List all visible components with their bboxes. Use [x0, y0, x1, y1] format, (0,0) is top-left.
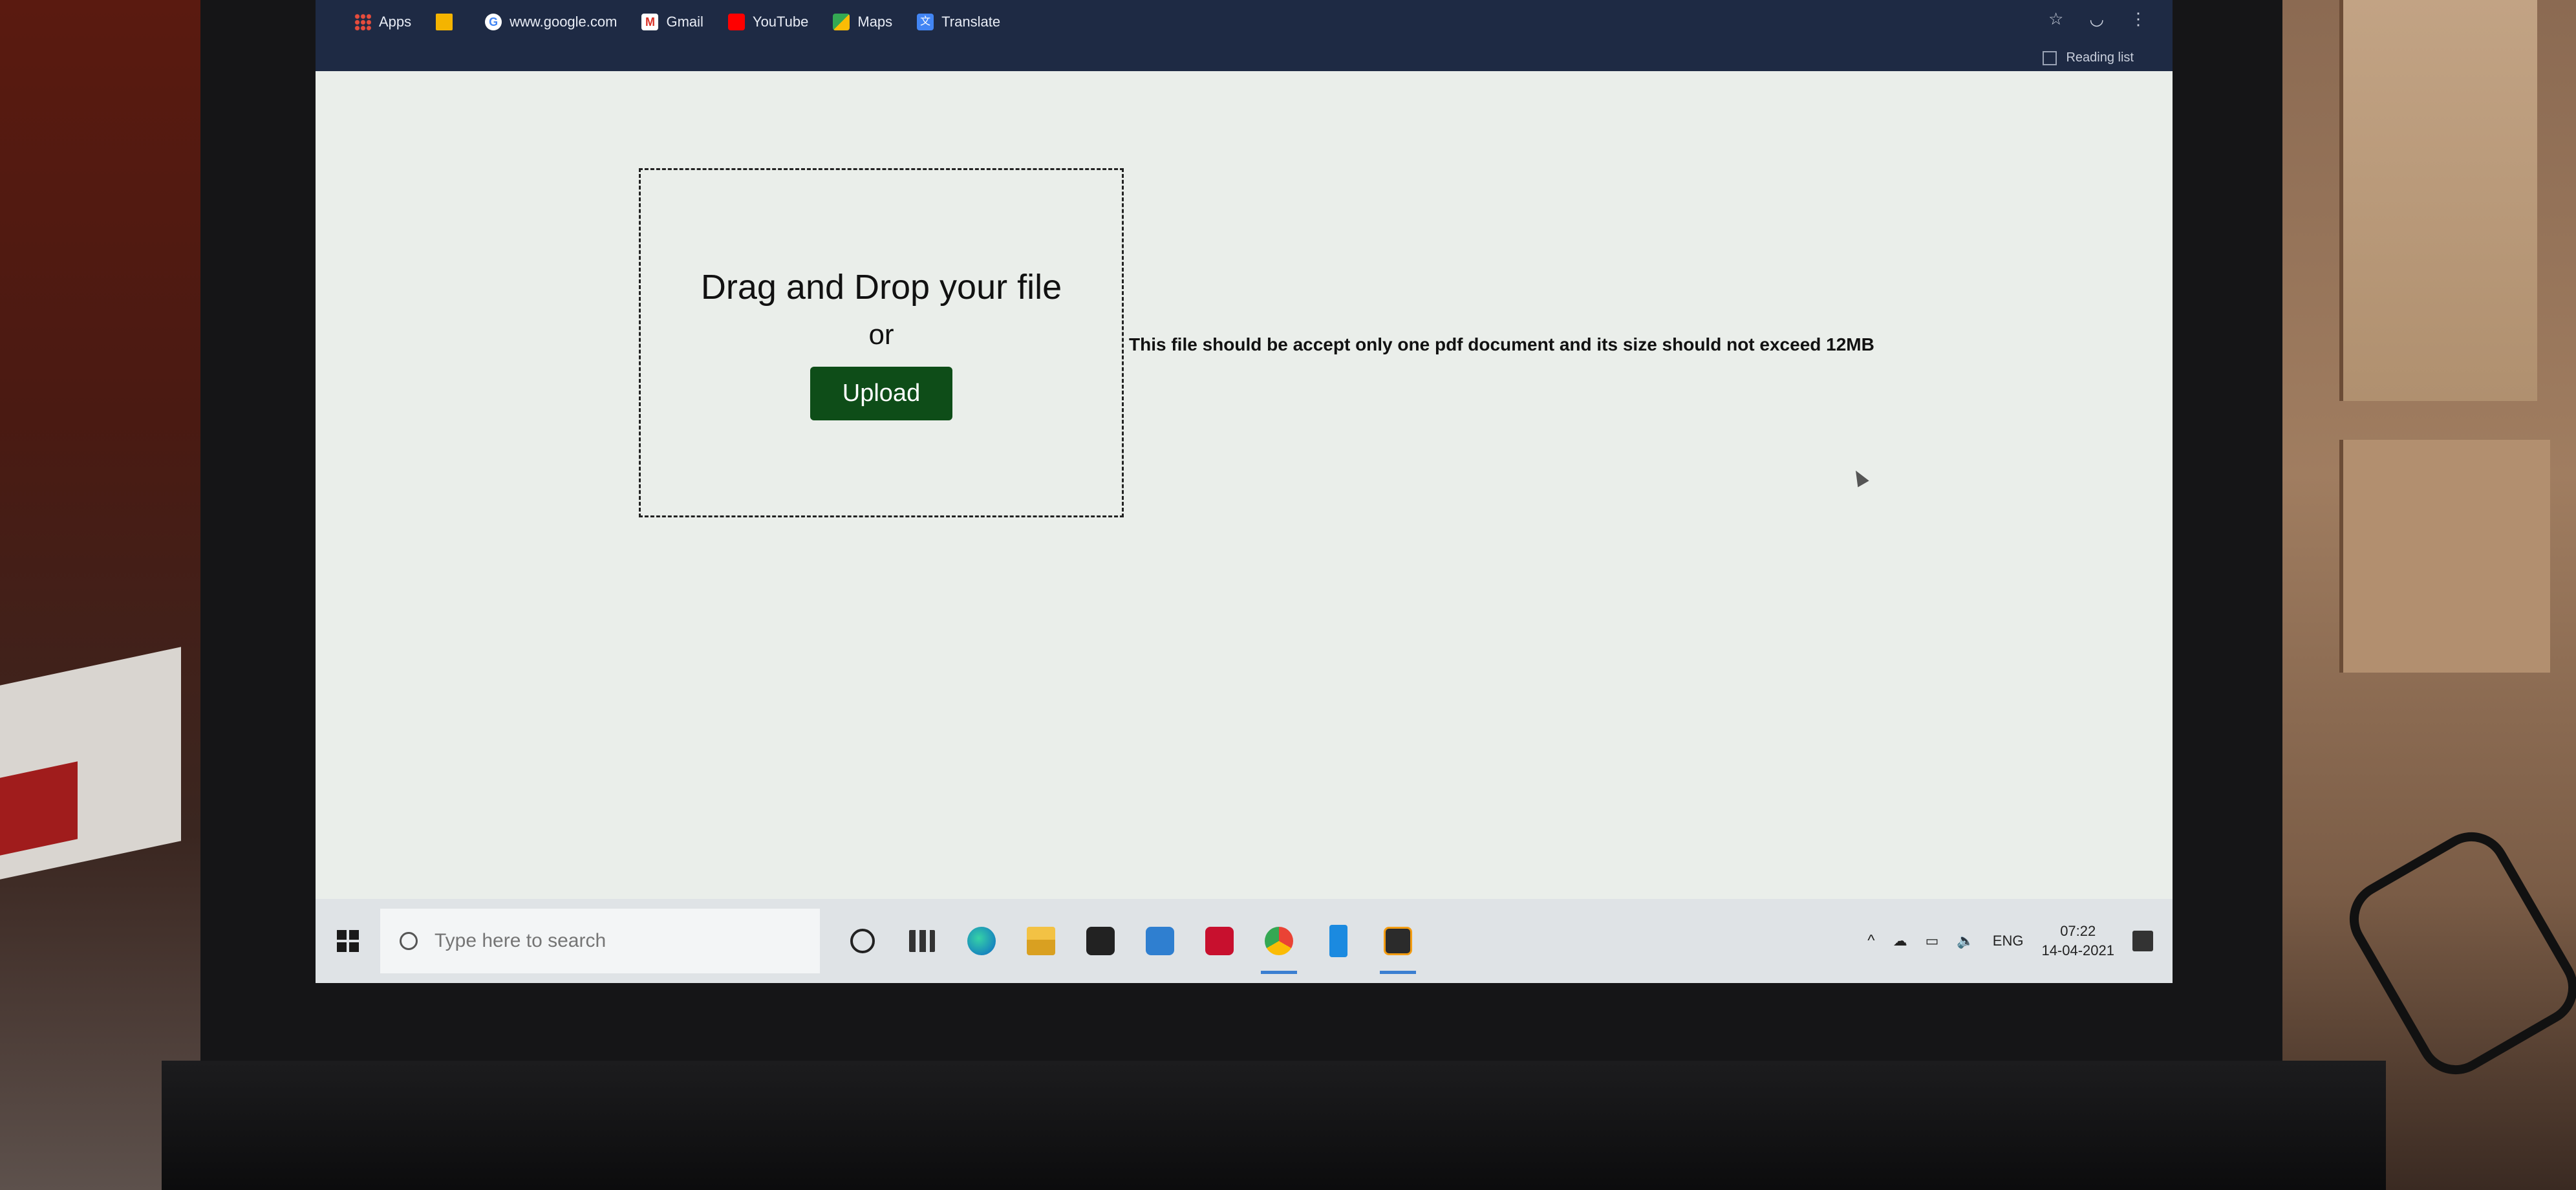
bookmark-label: YouTube	[752, 14, 809, 30]
store-icon	[1086, 927, 1115, 955]
edge-button[interactable]	[952, 899, 1011, 983]
cortana-button[interactable]	[833, 899, 892, 983]
translate-icon: 文	[917, 14, 934, 30]
gmail-icon: M	[641, 14, 659, 30]
system-tray: ^ ☁ ▭ 🔈 ENG 07:22 14-04-2021	[1867, 899, 2153, 983]
language-indicator[interactable]: ENG	[1993, 933, 2024, 949]
chevron-up-icon[interactable]: ^	[1867, 932, 1874, 950]
folder-icon	[1027, 927, 1055, 955]
wall-panel-lower	[2339, 440, 2550, 673]
upload-button[interactable]: Upload	[810, 367, 953, 420]
wall-panel	[2339, 0, 2537, 401]
clock-time: 07:22	[2060, 923, 2096, 939]
bookmark-label: Apps	[379, 14, 412, 30]
network-icon[interactable]: ▭	[1926, 933, 1939, 949]
file-dropzone[interactable]: Drag and Drop your file or Upload	[639, 168, 1124, 517]
gift-icon	[1205, 927, 1234, 955]
apps-grid-icon	[354, 14, 371, 30]
mouse-cursor-icon	[1850, 467, 1869, 488]
reading-list-button[interactable]: Reading list	[2043, 50, 2134, 65]
bookmark-label: Maps	[857, 14, 893, 30]
volume-icon[interactable]: 🔈	[1957, 933, 1974, 949]
windows-logo-icon	[337, 930, 359, 952]
taskbar-search[interactable]	[380, 909, 820, 973]
upload-note: This file should be accept only one pdf …	[1129, 334, 1874, 354]
store-button[interactable]	[1071, 899, 1130, 983]
chrome-button[interactable]	[1249, 899, 1309, 983]
clock[interactable]: 07:22 14-04-2021	[2041, 922, 2114, 960]
laptop-keyboard	[162, 1061, 2386, 1190]
cortana-icon	[850, 929, 875, 953]
mail-icon	[1146, 927, 1174, 955]
chrome-icon	[1265, 927, 1293, 955]
onedrive-icon[interactable]: ☁	[1893, 933, 1907, 949]
dropzone-or: or	[868, 319, 894, 351]
bookmark-folder[interactable]	[436, 14, 460, 30]
edge-icon	[967, 927, 996, 955]
folder-icon	[436, 14, 453, 30]
clock-date: 14-04-2021	[2041, 942, 2114, 958]
bookmark-translate[interactable]: 文 Translate	[917, 14, 1000, 30]
bookmark-maps[interactable]: Maps	[833, 14, 892, 30]
kebab-menu-icon[interactable]: ⋮	[2130, 9, 2147, 29]
google-icon: G	[485, 14, 502, 30]
battery-icon	[1329, 925, 1347, 957]
bookmark-apps[interactable]: Apps	[354, 14, 411, 30]
search-input[interactable]	[433, 929, 798, 953]
sublime-text-icon	[1384, 927, 1412, 955]
task-view-icon	[909, 930, 935, 952]
bookmarks-bar-extension: Reading list	[316, 44, 2173, 71]
start-button[interactable]	[316, 899, 380, 983]
taskbar: ^ ☁ ▭ 🔈 ENG 07:22 14-04-2021	[316, 899, 2173, 983]
battery-app-button[interactable]	[1309, 899, 1368, 983]
page-content: Drag and Drop your file or Upload This f…	[316, 71, 2173, 899]
taskbar-apps	[833, 899, 1428, 983]
star-icon[interactable]: ☆	[2048, 9, 2063, 29]
toolbar-right: ☆ ◡ ⋮	[2048, 9, 2147, 29]
bookmark-google[interactable]: G www.google.com	[485, 14, 617, 30]
background-left	[0, 0, 213, 1190]
bookmark-label: Translate	[941, 14, 1001, 30]
bookmark-youtube[interactable]: YouTube	[727, 14, 809, 30]
bookmark-label: www.google.com	[510, 14, 617, 30]
sublime-text-button[interactable]	[1368, 899, 1428, 983]
bookmarks-bar: Apps G www.google.com M Gmail YouTube Ma…	[316, 0, 2173, 44]
gift-app-button[interactable]	[1190, 899, 1249, 983]
laptop-screen: Apps G www.google.com M Gmail YouTube Ma…	[316, 0, 2173, 983]
reading-list-label: Reading list	[2066, 50, 2134, 65]
bookmark-label: Gmail	[666, 14, 703, 30]
bookmark-gmail[interactable]: M Gmail	[641, 14, 703, 30]
notification-icon[interactable]	[2132, 931, 2153, 951]
book-cover	[0, 761, 78, 856]
search-icon	[400, 932, 418, 950]
maps-icon	[833, 14, 850, 30]
file-explorer-button[interactable]	[1011, 899, 1071, 983]
reading-list-icon	[2043, 50, 2057, 65]
task-view-button[interactable]	[892, 899, 952, 983]
dropzone-title: Drag and Drop your file	[700, 268, 1062, 307]
youtube-icon	[727, 14, 745, 30]
profile-icon[interactable]: ◡	[2089, 9, 2104, 29]
mail-button[interactable]	[1130, 899, 1190, 983]
